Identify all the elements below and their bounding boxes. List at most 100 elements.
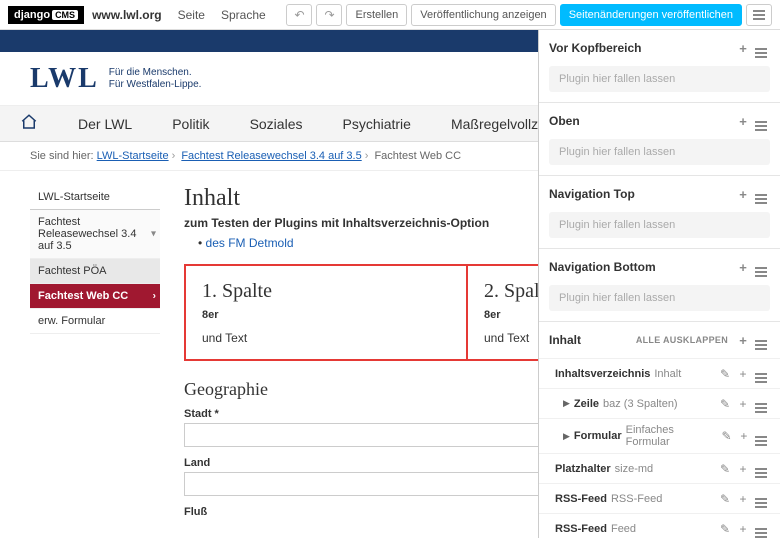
add-icon[interactable]: +: [734, 462, 752, 476]
expand-all-link[interactable]: ALLE AUSKLAPPEN: [636, 335, 728, 345]
add-plugin-button[interactable]: +: [734, 41, 752, 56]
nav-item-lwl[interactable]: Der LWL: [78, 116, 132, 132]
tagline-line2: Für Westfalen-Lippe.: [109, 79, 202, 91]
plugin-desc: Feed: [611, 523, 636, 535]
menu-page[interactable]: Seite: [178, 8, 205, 22]
edit-icon[interactable]: ✎: [716, 367, 734, 381]
section-head: Navigation Top+: [539, 176, 780, 212]
column-1: 1. Spalte 8er und Text: [186, 266, 466, 359]
plugin-desc: Einfaches Formular: [626, 424, 718, 448]
section-menu-button[interactable]: [752, 184, 770, 204]
plugin-name: Inhaltsverzeichnis: [555, 368, 650, 380]
add-icon[interactable]: +: [735, 429, 752, 443]
add-icon[interactable]: +: [734, 397, 752, 411]
plugin-row[interactable]: ▶FormularEinfaches Formular✎+: [539, 418, 780, 453]
sidenav-item-webcc[interactable]: Fachtest Web CC ›: [30, 284, 160, 309]
plugin-dropzone[interactable]: Plugin hier fallen lassen: [549, 285, 770, 311]
menu-icon[interactable]: [752, 489, 770, 508]
menu-language[interactable]: Sprache: [221, 8, 266, 22]
section-head: Oben+: [539, 103, 780, 139]
breadcrumb-current: Fachtest Web CC: [374, 150, 461, 162]
plugin-dropzone[interactable]: Plugin hier fallen lassen: [549, 66, 770, 92]
plugin-row[interactable]: RSS-FeedRSS-Feed✎+: [539, 483, 780, 513]
plugin-list: InhaltsverzeichnisInhalt✎+▶Zeilebaz (3 S…: [539, 358, 780, 538]
plugin-row[interactable]: Platzhalter size-md ✎+: [539, 453, 780, 483]
plugin-desc: baz (3 Spalten): [603, 398, 678, 410]
menu-icon[interactable]: [753, 427, 770, 446]
cms-logo[interactable]: django CMS: [8, 6, 84, 24]
sidenav-item-release[interactable]: Fachtest Releasewechsel 3.4 auf 3.5 ▾: [30, 210, 160, 259]
section-title: Inhalt: [549, 333, 636, 347]
section-head: Navigation Bottom+: [539, 249, 780, 285]
nav-item-politik[interactable]: Politik: [172, 116, 209, 132]
nav-item-soziales[interactable]: Soziales: [250, 116, 303, 132]
menu-icon[interactable]: [752, 394, 770, 413]
add-plugin-button[interactable]: +: [734, 114, 752, 129]
lwl-tagline: Für die Menschen. Für Westfalen-Lippe.: [109, 67, 202, 91]
add-plugin-button[interactable]: +: [734, 333, 752, 348]
edit-icon[interactable]: ✎: [716, 397, 734, 411]
menu-icon[interactable]: [752, 459, 770, 478]
chevron-right-icon: ›: [153, 291, 156, 302]
bullet-link[interactable]: des FM Detmold: [206, 236, 294, 250]
menu-icon[interactable]: [752, 519, 770, 538]
edit-icon[interactable]: ✎: [716, 522, 734, 536]
plugin-row[interactable]: ▶Zeilebaz (3 Spalten)✎+: [539, 388, 780, 418]
section-menu-button[interactable]: [752, 38, 770, 58]
section-title: Navigation Bottom: [549, 260, 734, 274]
plugin-row[interactable]: InhaltsverzeichnisInhalt✎+: [539, 358, 780, 388]
sidenav-root[interactable]: LWL-Startseite: [30, 185, 160, 210]
menu-icon[interactable]: [752, 364, 770, 383]
plugin-desc: size-md: [615, 463, 654, 475]
side-nav: LWL-Startseite Fachtest Releasewechsel 3…: [30, 185, 160, 521]
plugin-row[interactable]: RSS-FeedFeed✎+: [539, 513, 780, 538]
section-menu-button[interactable]: [752, 257, 770, 277]
expand-icon[interactable]: ▶: [563, 431, 570, 442]
edit-icon[interactable]: ✎: [716, 492, 734, 506]
breadcrumb-link-0[interactable]: LWL-Startseite: [97, 150, 169, 162]
undo-button[interactable]: ↶: [286, 4, 312, 26]
col-title: 1. Spalte: [202, 280, 450, 303]
add-plugin-button[interactable]: +: [734, 260, 752, 275]
edit-icon[interactable]: ✎: [718, 429, 735, 443]
section-menu-button[interactable]: [752, 330, 770, 350]
view-published-button[interactable]: Veröffentlichung anzeigen: [411, 4, 555, 26]
plugin-name: Platzhalter: [555, 463, 611, 475]
cms-logo-tag: CMS: [52, 10, 78, 20]
redo-button[interactable]: ↷: [316, 4, 342, 26]
section-inhalt: Inhalt ALLE AUSKLAPPEN + Inhaltsverzeich…: [539, 322, 780, 538]
home-icon[interactable]: [20, 113, 38, 134]
expand-icon[interactable]: ▶: [563, 398, 570, 409]
tagline-line1: Für die Menschen.: [109, 67, 202, 79]
edit-icon[interactable]: ✎: [716, 462, 734, 476]
nav-item-psychiatrie[interactable]: Psychiatrie: [342, 116, 410, 132]
plugin-dropzone[interactable]: Plugin hier fallen lassen: [549, 139, 770, 165]
chevron-down-icon: ▾: [151, 229, 156, 240]
cms-toolbar: django CMS www.lwl.org Seite Sprache ↶ ↷…: [0, 0, 780, 30]
section-title: Vor Kopfbereich: [549, 41, 734, 55]
col-bold: 8er: [202, 309, 450, 321]
add-icon[interactable]: +: [734, 522, 752, 536]
structure-toggle-button[interactable]: [746, 4, 772, 26]
add-icon[interactable]: +: [734, 492, 752, 506]
add-icon[interactable]: +: [734, 367, 752, 381]
section-head-inhalt: Inhalt ALLE AUSKLAPPEN +: [539, 322, 780, 358]
sidenav-item-poa[interactable]: Fachtest PÖA: [30, 259, 160, 284]
create-button[interactable]: Erstellen: [346, 4, 407, 26]
col-text: und Text: [202, 331, 450, 345]
panel-section: Navigation Bottom+Plugin hier fallen las…: [539, 249, 780, 322]
add-plugin-button[interactable]: +: [734, 187, 752, 202]
panel-section: Navigation Top+Plugin hier fallen lassen: [539, 176, 780, 249]
plugin-dropzone[interactable]: Plugin hier fallen lassen: [549, 212, 770, 238]
sidenav-item-label: Fachtest Web CC: [38, 290, 128, 302]
section-menu-button[interactable]: [752, 111, 770, 131]
site-link[interactable]: www.lwl.org: [92, 8, 162, 22]
plugin-name: RSS-Feed: [555, 493, 607, 505]
publish-button[interactable]: Seitenänderungen veröffentlichen: [560, 4, 742, 26]
section-head: Vor Kopfbereich+: [539, 30, 780, 66]
breadcrumb-link-1[interactable]: Fachtest Releasewechsel 3.4 auf 3.5: [181, 150, 361, 162]
section-title: Navigation Top: [549, 187, 734, 201]
lwl-logo[interactable]: LWL: [30, 63, 99, 95]
sidenav-item-formular[interactable]: erw. Formular: [30, 309, 160, 334]
panel-section: Vor Kopfbereich+Plugin hier fallen lasse…: [539, 30, 780, 103]
